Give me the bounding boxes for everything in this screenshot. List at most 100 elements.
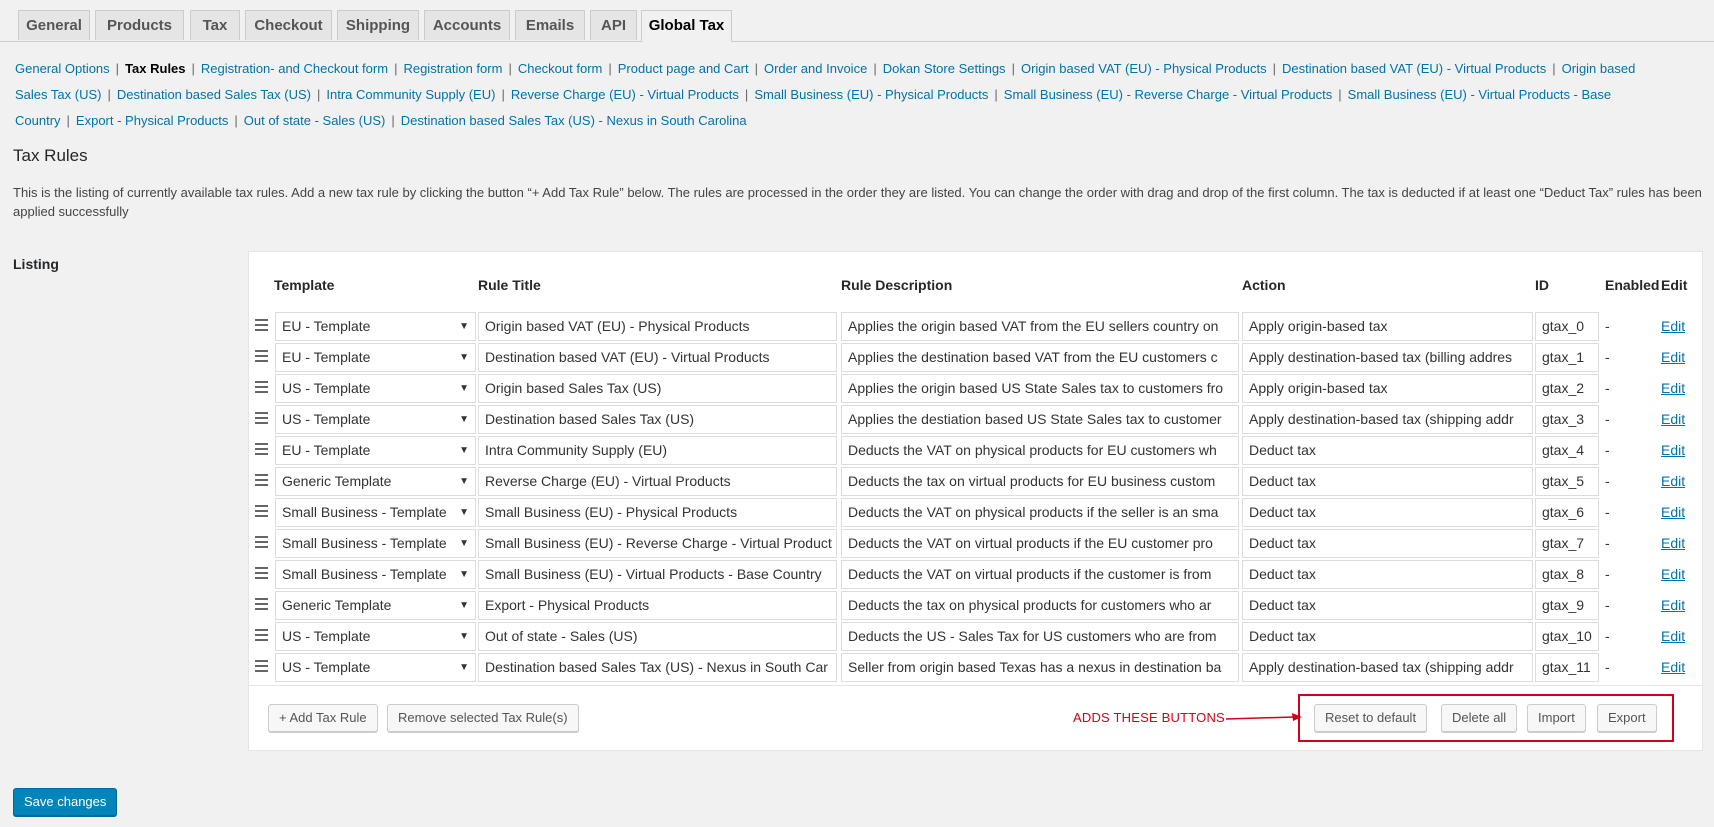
rule-id-input[interactable]: gtax_8 xyxy=(1535,560,1599,589)
rule-id-input[interactable]: gtax_10 xyxy=(1535,622,1599,651)
rule-description-input[interactable]: Deducts the VAT on virtual products if t… xyxy=(841,560,1239,589)
tab-tax[interactable]: Tax xyxy=(190,10,240,40)
subnav-link[interactable]: Registration- and Checkout form xyxy=(201,61,388,76)
subnav-link[interactable]: Dokan Store Settings xyxy=(883,61,1006,76)
template-select[interactable]: US - Template ▼ xyxy=(275,405,476,434)
tab-general[interactable]: General xyxy=(18,10,90,40)
rule-action-input[interactable]: Apply destination-based tax (shipping ad… xyxy=(1242,653,1533,682)
drag-handle-icon[interactable] xyxy=(255,629,268,641)
rule-action-input[interactable]: Deduct tax xyxy=(1242,467,1533,496)
rule-description-input[interactable]: Deducts the tax on virtual products for … xyxy=(841,467,1239,496)
tab-api[interactable]: API xyxy=(590,10,637,40)
rule-description-input[interactable]: Deducts the VAT on virtual products if t… xyxy=(841,529,1239,558)
rule-id-input[interactable]: gtax_0 xyxy=(1535,312,1599,341)
tab-products[interactable]: Products xyxy=(95,10,184,40)
rule-edit-link[interactable]: Edit xyxy=(1661,343,1685,372)
rule-edit-link[interactable]: Edit xyxy=(1661,653,1685,682)
rule-edit-link[interactable]: Edit xyxy=(1661,467,1685,496)
rule-edit-link[interactable]: Edit xyxy=(1661,312,1685,341)
rule-description-input[interactable]: Seller from origin based Texas has a nex… xyxy=(841,653,1239,682)
rule-action-input[interactable]: Deduct tax xyxy=(1242,622,1533,651)
subnav-link[interactable]: Small Business (EU) - Reverse Charge - V… xyxy=(1004,87,1333,102)
rule-id-input[interactable]: gtax_11 xyxy=(1535,653,1599,682)
rule-id-input[interactable]: gtax_5 xyxy=(1535,467,1599,496)
rule-title-input[interactable]: Reverse Charge (EU) - Virtual Products xyxy=(478,467,837,496)
template-select[interactable]: EU - Template ▼ xyxy=(275,312,476,341)
subnav-link[interactable]: Product page and Cart xyxy=(618,61,749,76)
template-select[interactable]: Generic Template ▼ xyxy=(275,467,476,496)
tab-accounts[interactable]: Accounts xyxy=(424,10,510,40)
rule-id-input[interactable]: gtax_4 xyxy=(1535,436,1599,465)
rule-description-input[interactable]: Deducts the VAT on physical products if … xyxy=(841,498,1239,527)
export-button[interactable]: Export xyxy=(1597,704,1657,732)
tab-global-tax[interactable]: Global Tax xyxy=(641,10,732,42)
template-select[interactable]: Generic Template ▼ xyxy=(275,591,476,620)
subnav-link[interactable]: Export - Physical Products xyxy=(76,113,228,128)
subnav-link[interactable]: Order and Invoice xyxy=(764,61,867,76)
rule-action-input[interactable]: Deduct tax xyxy=(1242,591,1533,620)
subnav-link[interactable]: Out of state - Sales (US) xyxy=(244,113,386,128)
drag-handle-icon[interactable] xyxy=(255,598,268,610)
rule-title-input[interactable]: Destination based VAT (EU) - Virtual Pro… xyxy=(478,343,837,372)
template-select[interactable]: Small Business - Template ▼ xyxy=(275,498,476,527)
drag-handle-icon[interactable] xyxy=(255,567,268,579)
drag-handle-icon[interactable] xyxy=(255,660,268,672)
subnav-link[interactable]: Origin based VAT (EU) - Physical Product… xyxy=(1021,61,1267,76)
rule-action-input[interactable]: Apply origin-based tax xyxy=(1242,312,1533,341)
template-select[interactable]: EU - Template ▼ xyxy=(275,436,476,465)
rule-id-input[interactable]: gtax_6 xyxy=(1535,498,1599,527)
drag-handle-icon[interactable] xyxy=(255,505,268,517)
template-select[interactable]: Small Business - Template ▼ xyxy=(275,529,476,558)
subnav-link[interactable]: Intra Community Supply (EU) xyxy=(326,87,495,102)
subnav-link[interactable]: Tax Rules xyxy=(125,61,185,76)
rule-title-input[interactable]: Small Business (EU) - Reverse Charge - V… xyxy=(478,529,837,558)
rule-description-input[interactable]: Deducts the US - Sales Tax for US custom… xyxy=(841,622,1239,651)
rule-id-input[interactable]: gtax_7 xyxy=(1535,529,1599,558)
rule-edit-link[interactable]: Edit xyxy=(1661,436,1685,465)
rule-id-input[interactable]: gtax_2 xyxy=(1535,374,1599,403)
rule-edit-link[interactable]: Edit xyxy=(1661,591,1685,620)
template-select[interactable]: US - Template ▼ xyxy=(275,653,476,682)
tab-shipping[interactable]: Shipping xyxy=(337,10,419,40)
rule-title-input[interactable]: Origin based Sales Tax (US) xyxy=(478,374,837,403)
template-select[interactable]: US - Template ▼ xyxy=(275,622,476,651)
reset-to-default-button[interactable]: Reset to default xyxy=(1314,704,1428,732)
subnav-link[interactable]: Small Business (EU) - Physical Products xyxy=(754,87,988,102)
add-tax-rule-button[interactable]: + Add Tax Rule xyxy=(268,704,378,732)
template-select[interactable]: EU - Template ▼ xyxy=(275,343,476,372)
subnav-link[interactable]: Checkout form xyxy=(518,61,603,76)
import-button[interactable]: Import xyxy=(1527,704,1586,732)
drag-handle-icon[interactable] xyxy=(255,350,268,362)
drag-handle-icon[interactable] xyxy=(255,381,268,393)
rule-action-input[interactable]: Deduct tax xyxy=(1242,560,1533,589)
rule-action-input[interactable]: Deduct tax xyxy=(1242,436,1533,465)
rule-title-input[interactable]: Export - Physical Products xyxy=(478,591,837,620)
rule-edit-link[interactable]: Edit xyxy=(1661,622,1685,651)
template-select[interactable]: US - Template ▼ xyxy=(275,374,476,403)
rule-title-input[interactable]: Small Business (EU) - Physical Products xyxy=(478,498,837,527)
rule-action-input[interactable]: Apply destination-based tax (shipping ad… xyxy=(1242,405,1533,434)
drag-handle-icon[interactable] xyxy=(255,474,268,486)
rule-edit-link[interactable]: Edit xyxy=(1661,405,1685,434)
delete-all-button[interactable]: Delete all xyxy=(1441,704,1518,732)
rule-title-input[interactable]: Out of state - Sales (US) xyxy=(478,622,837,651)
tab-emails[interactable]: Emails xyxy=(515,10,585,40)
subnav-link[interactable]: Destination based Sales Tax (US) - Nexus… xyxy=(401,113,747,128)
rule-id-input[interactable]: gtax_1 xyxy=(1535,343,1599,372)
drag-handle-icon[interactable] xyxy=(255,536,268,548)
rule-action-input[interactable]: Apply origin-based tax xyxy=(1242,374,1533,403)
rule-action-input[interactable]: Deduct tax xyxy=(1242,529,1533,558)
subnav-link[interactable]: General Options xyxy=(15,61,110,76)
save-changes-button[interactable]: Save changes xyxy=(13,788,118,816)
subnav-link[interactable]: Destination based Sales Tax (US) xyxy=(117,87,311,102)
rule-title-input[interactable]: Destination based Sales Tax (US) xyxy=(478,405,837,434)
rule-description-input[interactable]: Deducts the tax on physical products for… xyxy=(841,591,1239,620)
rule-title-input[interactable]: Origin based VAT (EU) - Physical Product… xyxy=(478,312,837,341)
rule-edit-link[interactable]: Edit xyxy=(1661,498,1685,527)
drag-handle-icon[interactable] xyxy=(255,412,268,424)
remove-selected-button[interactable]: Remove selected Tax Rule(s) xyxy=(387,704,579,732)
rule-title-input[interactable]: Destination based Sales Tax (US) - Nexus… xyxy=(478,653,837,682)
rule-id-input[interactable]: gtax_3 xyxy=(1535,405,1599,434)
rule-edit-link[interactable]: Edit xyxy=(1661,374,1685,403)
rule-description-input[interactable]: Applies the destiation based US State Sa… xyxy=(841,405,1239,434)
